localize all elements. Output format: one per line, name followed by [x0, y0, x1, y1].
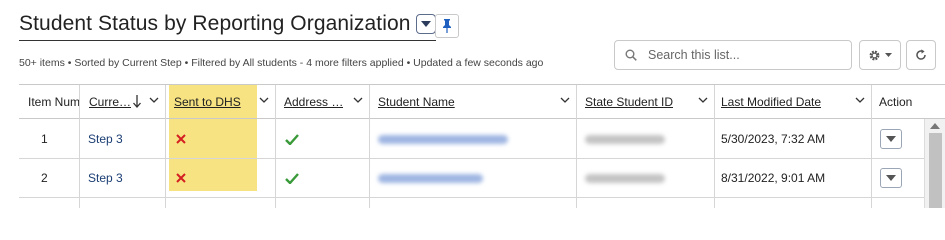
pin-icon [443, 19, 451, 33]
search-icon [625, 49, 637, 61]
column-header-sent-to-dhs[interactable]: Sent to DHS [166, 85, 275, 119]
chevron-down-icon[interactable] [855, 97, 865, 104]
table-row: 2 Step 3 8/31/2022, 9:01 AM [19, 159, 924, 198]
pin-button[interactable] [435, 14, 459, 38]
x-mark-icon [176, 173, 186, 183]
column-header-action: Action [872, 85, 945, 119]
refresh-icon [916, 49, 926, 60]
sent-to-dhs-cell [176, 159, 186, 197]
column-header-current-step[interactable]: Curre… [80, 85, 165, 119]
item-number-cell: 1 [41, 132, 48, 146]
last-modified-date-cell: 8/31/2022, 9:01 AM [721, 171, 826, 185]
table-row: 1 Step 3 5/30/2023, 7:32 AM [19, 120, 924, 159]
caret-down-icon [885, 53, 892, 57]
current-step-link[interactable]: Step 3 [88, 120, 123, 158]
chevron-down-icon [420, 20, 431, 27]
address-verified-cell [285, 159, 299, 197]
chevron-down-icon[interactable] [149, 97, 159, 104]
item-number-cell: 2 [41, 171, 48, 185]
current-step-link[interactable]: Step 3 [88, 159, 123, 197]
vertical-scrollbar[interactable] [924, 119, 945, 208]
list-settings-button[interactable] [859, 40, 901, 70]
chevron-down-icon[interactable] [353, 97, 363, 104]
column-header-student-name[interactable]: Student Name [370, 85, 576, 119]
row-action-cell [880, 120, 902, 158]
list-summary: 50+ items • Sorted by Current Step • Fil… [19, 57, 544, 69]
gear-icon [869, 50, 880, 60]
chevron-down-icon [886, 174, 896, 181]
row-action-cell [880, 159, 902, 197]
column-header-item-num[interactable]: Item Num [19, 85, 79, 119]
chevron-down-icon [886, 135, 896, 142]
chevron-down-icon[interactable] [560, 97, 570, 104]
column-header-last-modified-date[interactable]: Last Modified Date [715, 85, 871, 119]
student-name-link-redacted[interactable] [378, 159, 483, 197]
column-header-address[interactable]: Address … [276, 85, 369, 119]
chevron-down-icon[interactable] [259, 97, 269, 104]
state-student-id-redacted [585, 120, 665, 158]
state-student-id-redacted [585, 159, 665, 197]
address-verified-cell [285, 120, 299, 158]
refresh-button[interactable] [906, 40, 936, 70]
list-view-dropdown-button[interactable] [415, 14, 436, 34]
x-mark-icon [176, 134, 186, 144]
chevron-down-icon[interactable] [698, 97, 708, 104]
last-modified-date-cell: 5/30/2023, 7:32 AM [721, 132, 826, 146]
sent-to-dhs-cell [176, 120, 186, 158]
search-box[interactable] [614, 40, 852, 70]
checkmark-icon [285, 133, 299, 145]
column-header-state-student-id[interactable]: State Student ID [577, 85, 714, 119]
page-title-group: Student Status by Reporting Organization [19, 10, 436, 41]
checkmark-icon [285, 172, 299, 184]
scrollbar-thumb[interactable] [929, 133, 942, 208]
row-action-button[interactable] [880, 168, 902, 188]
page-title: Student Status by Reporting Organization [19, 12, 411, 35]
student-name-link-redacted[interactable] [378, 120, 508, 158]
data-table: Item Num Curre… Sent to DHS Address … St… [19, 84, 945, 208]
row-action-button[interactable] [880, 129, 902, 149]
scroll-up-icon[interactable] [930, 123, 940, 129]
sort-descending-icon [133, 95, 141, 108]
search-input[interactable] [646, 47, 840, 63]
